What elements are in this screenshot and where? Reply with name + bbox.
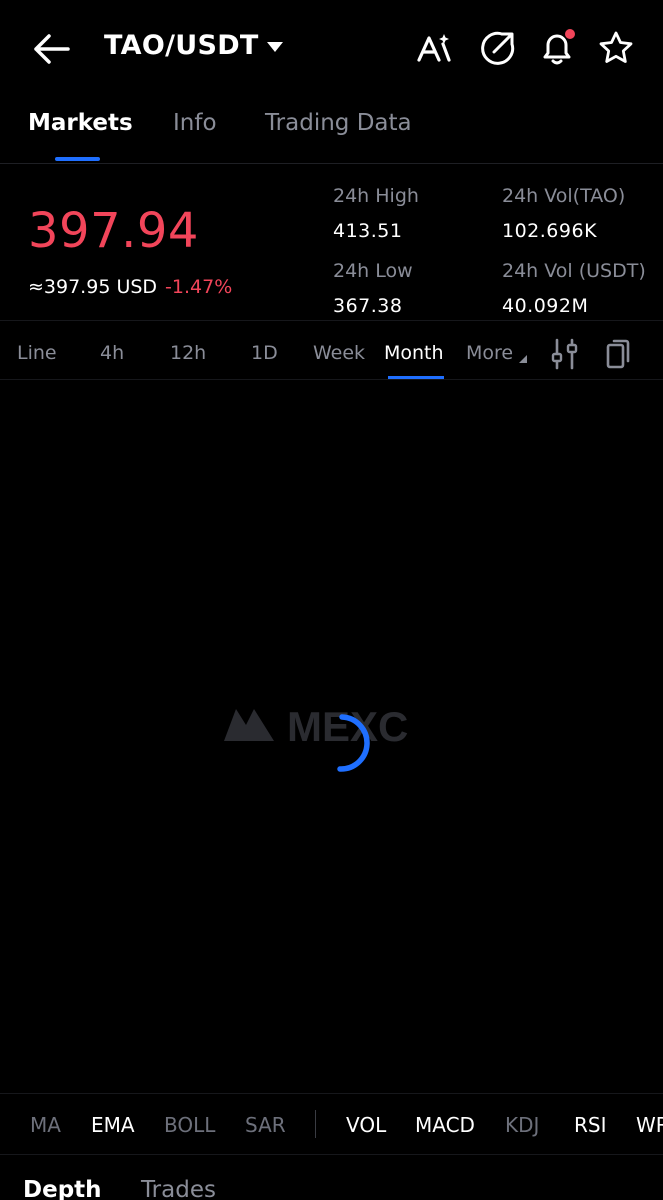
notification-dot [565, 29, 575, 39]
interval-week[interactable]: Week [313, 342, 365, 364]
indicator-kdj[interactable]: KDJ [505, 1113, 539, 1137]
caret-down-icon [266, 41, 283, 52]
tab-active-indicator [55, 157, 100, 161]
usd-equivalent: ≈397.95 USD [28, 276, 158, 298]
interval-more[interactable]: More [466, 342, 513, 364]
price-subline: ≈397.95 USD -1.47% [28, 276, 232, 298]
star-icon[interactable] [596, 28, 636, 68]
bell-icon[interactable] [537, 28, 577, 68]
interval-active-indicator [388, 376, 444, 379]
vol-base-label: 24h Vol(TAO) [502, 185, 626, 207]
interval-1d[interactable]: 1D [251, 342, 278, 364]
interval-month[interactable]: Month [384, 342, 444, 364]
pair-label: TAO/USDT [104, 30, 259, 61]
top-bar: TAO/USDT [0, 0, 663, 96]
interval-line[interactable]: Line [17, 342, 57, 364]
last-price: 397.94 [28, 203, 199, 259]
interval-12h[interactable]: 12h [170, 342, 206, 364]
copy-layout-icon[interactable] [603, 337, 633, 371]
indicator-sar[interactable]: SAR [245, 1113, 286, 1137]
tab-trading-data[interactable]: Trading Data [265, 110, 412, 136]
loading-spinner-icon [320, 711, 372, 773]
share-icon[interactable] [478, 28, 518, 68]
high-label: 24h High [333, 185, 419, 207]
main-tabs: Markets Info Trading Data [0, 100, 663, 164]
market-page: TAO/USDT Markets Info Trading Data 397.9… [0, 0, 663, 1200]
tab-info[interactable]: Info [173, 110, 217, 136]
settings-sliders-icon[interactable] [550, 337, 580, 371]
pair-selector[interactable]: TAO/USDT [104, 30, 283, 61]
vol-quote-label: 24h Vol (USDT) [502, 260, 646, 282]
high-value: 413.51 [333, 220, 403, 242]
indicator-macd[interactable]: MACD [415, 1113, 475, 1137]
vol-base-value: 102.696K [502, 220, 598, 242]
indicator-wr[interactable]: WR [636, 1113, 663, 1137]
more-caret-icon [519, 355, 527, 363]
indicator-divider [315, 1110, 316, 1138]
interval-4h[interactable]: 4h [100, 342, 124, 364]
tab-markets[interactable]: Markets [28, 110, 133, 136]
indicator-bar: MA EMA BOLL SAR VOL MACD KDJ RSI WR [0, 1093, 663, 1155]
vol-quote-value: 40.092M [502, 295, 589, 317]
indicator-rsi[interactable]: RSI [574, 1113, 607, 1137]
indicator-ema[interactable]: EMA [91, 1113, 135, 1137]
indicator-ma[interactable]: MA [30, 1113, 61, 1137]
change-percent: -1.47% [165, 276, 233, 298]
back-arrow-icon[interactable] [30, 28, 72, 70]
low-label: 24h Low [333, 260, 413, 282]
chart-area[interactable]: MEXC [0, 381, 663, 1093]
tab-trades[interactable]: Trades [141, 1177, 216, 1200]
ai-icon[interactable] [415, 28, 455, 68]
low-value: 367.38 [333, 295, 403, 317]
indicator-vol[interactable]: VOL [346, 1113, 386, 1137]
indicator-boll[interactable]: BOLL [164, 1113, 215, 1137]
tab-depth[interactable]: Depth [23, 1177, 102, 1200]
